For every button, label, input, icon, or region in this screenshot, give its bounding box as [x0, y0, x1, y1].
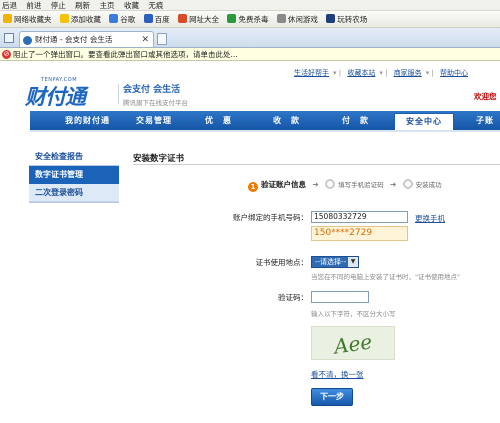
step-enter-sms-code: 填写手机验证码	[338, 181, 384, 189]
star-add-icon	[59, 14, 69, 23]
phone-field[interactable]: 15080332729	[311, 211, 408, 223]
logo-text: 财付通	[25, 85, 86, 109]
menu-favorites[interactable]: 收藏	[124, 1, 139, 10]
nav-underline	[30, 130, 500, 132]
arrow-right-icon: ➔	[389, 180, 397, 189]
step-number-badge: 1	[248, 182, 258, 192]
code-label: 验证码：	[278, 293, 308, 302]
baidu-icon	[143, 14, 153, 23]
menu-refresh[interactable]: 刷新	[75, 1, 90, 10]
popup-blocked-text: 阻止了一个弹出窗口。要查看此弹出窗口或其他选项，请单击此处...	[13, 50, 238, 59]
captcha-hint: 输入以下字符，不区分大小写	[311, 310, 396, 318]
sidebar-item-security-report[interactable]: 安全检查报告	[29, 148, 119, 166]
fav-url-directory[interactable]: 网址大全	[178, 11, 219, 27]
step-install-success: 安装成功	[415, 181, 442, 189]
sidebar-item-second-login-password[interactable]: 二次登录密码	[29, 184, 119, 202]
phone-masked-display: 150****2729	[311, 226, 408, 241]
location-hint: 当您在不同的电脑上安装了证书时，"证书使用地点"	[311, 273, 460, 281]
step-verify-account: 验证账户信息	[261, 180, 306, 189]
tab-bar: 财付通 - 会支付 会生活 ✕	[0, 28, 500, 48]
link-bookmark-site[interactable]: 收藏本站	[347, 69, 375, 77]
favorites-bar: 网络收藏夹 添加收藏 谷歌 百度 网址大全 免费杀毒 休闲游戏 玩转农场	[0, 11, 500, 28]
tab-list-icon[interactable]	[4, 33, 14, 43]
dropdown-icon: ▾ |	[425, 69, 434, 77]
slogan-sub: 腾讯旗下在线支付平台	[123, 99, 188, 107]
nav-security-center[interactable]: 安全中心	[394, 113, 454, 130]
close-icon[interactable]: ✕	[141, 32, 149, 47]
fav-google[interactable]: 谷歌	[109, 11, 135, 27]
menu-forward[interactable]: 前进	[26, 1, 41, 10]
captcha-image: Aee	[311, 326, 395, 360]
sidebar-item-certificate-management[interactable]: 数字证书管理	[29, 166, 119, 184]
step-indicator: 1 验证账户信息 ➔ 填写手机验证码 ➔ 安装成功	[248, 179, 442, 192]
location-label: 证书使用地点：	[255, 258, 309, 267]
nav-pay[interactable]: 付 款	[342, 111, 369, 130]
dropdown-icon: ▾ |	[379, 69, 388, 77]
dropdown-icon: ▾ |	[333, 69, 342, 77]
globe-icon	[178, 14, 188, 23]
title-divider	[133, 164, 500, 165]
page-title: 安装数字证书	[133, 154, 185, 164]
tenpay-logo[interactable]: TENPAY.COM 财付通	[25, 77, 115, 109]
chevron-down-icon: ▼	[348, 257, 358, 267]
nav-sub-accounts[interactable]: 子账户	[476, 111, 500, 144]
captcha-text: Aee	[332, 329, 374, 359]
fav-baidu[interactable]: 百度	[143, 11, 170, 27]
slogan-main: 会支付 会生活	[123, 85, 181, 95]
menu-stop[interactable]: 停止	[51, 1, 66, 10]
refresh-captcha-link[interactable]: 看不清，换一张	[311, 369, 364, 380]
step-circle-icon	[402, 179, 413, 189]
link-merchant-service[interactable]: 商家服务	[394, 69, 422, 77]
change-phone-link[interactable]: 更换手机	[415, 213, 445, 224]
tenpay-favicon-icon	[23, 36, 32, 45]
fav-casual-games[interactable]: 休闲游戏	[276, 11, 318, 27]
welcome-text: 欢迎您	[474, 92, 497, 101]
fav-farm[interactable]: 玩转农场	[326, 11, 367, 27]
browser-menubar: 后退 前进 停止 刷新 主页 收藏 无痕	[0, 0, 500, 11]
star-icon	[3, 14, 12, 23]
game-icon	[276, 14, 286, 23]
header-divider	[118, 84, 119, 104]
location-select[interactable]: --请选择-- ▼	[311, 256, 359, 268]
step-circle-icon	[325, 179, 336, 189]
fav-free-antivirus[interactable]: 免费杀毒	[227, 11, 268, 27]
menu-back[interactable]: 后退	[2, 1, 17, 10]
new-tab-icon[interactable]	[157, 33, 167, 45]
nav-discounts[interactable]: 优 惠	[205, 111, 232, 130]
browser-tab[interactable]: 财付通 - 会支付 会生活 ✕	[19, 31, 154, 47]
fav-add-favorite[interactable]: 添加收藏	[59, 11, 101, 27]
nav-receive[interactable]: 收 款	[273, 111, 300, 130]
header-links: 生活好帮手 ▾ | 收藏本站 ▾ | 商家服务 ▾ | 帮助中心	[294, 68, 472, 78]
arrow-right-icon: ➔	[312, 180, 319, 189]
link-help-center[interactable]: 帮助中心	[440, 69, 468, 77]
popup-blocked-bar[interactable]: ⊘ 阻止了一个弹出窗口。要查看此弹出窗口或其他选项，请单击此处...	[0, 48, 500, 61]
fav-network-favorites[interactable]: 网络收藏夹	[3, 11, 52, 27]
nav-trade-management[interactable]: 交易管理	[136, 111, 172, 130]
slogan: 会支付 会生活 腾讯旗下在线支付平台	[123, 82, 188, 107]
link-life-helper[interactable]: 生活好帮手	[294, 69, 329, 77]
menu-home[interactable]: 主页	[100, 1, 115, 10]
next-button[interactable]: 下一步	[311, 388, 353, 406]
phone-label: 账户绑定的手机号码：	[233, 213, 308, 222]
farm-icon	[326, 14, 336, 23]
captcha-input[interactable]	[311, 291, 369, 303]
nav-my-tenpay[interactable]: 我的财付通	[65, 111, 110, 130]
shield-icon	[227, 14, 237, 23]
menu-incognito[interactable]: 无痕	[148, 1, 163, 10]
location-select-value: --请选择--	[315, 258, 347, 266]
main-nav: 我的财付通 交易管理 优 惠 收 款 付 款 安全中心 子账户	[30, 111, 500, 144]
blocked-icon: ⊘	[2, 50, 11, 59]
tab-title: 财付通 - 会支付 会生活	[35, 35, 113, 44]
google-icon	[109, 14, 119, 23]
